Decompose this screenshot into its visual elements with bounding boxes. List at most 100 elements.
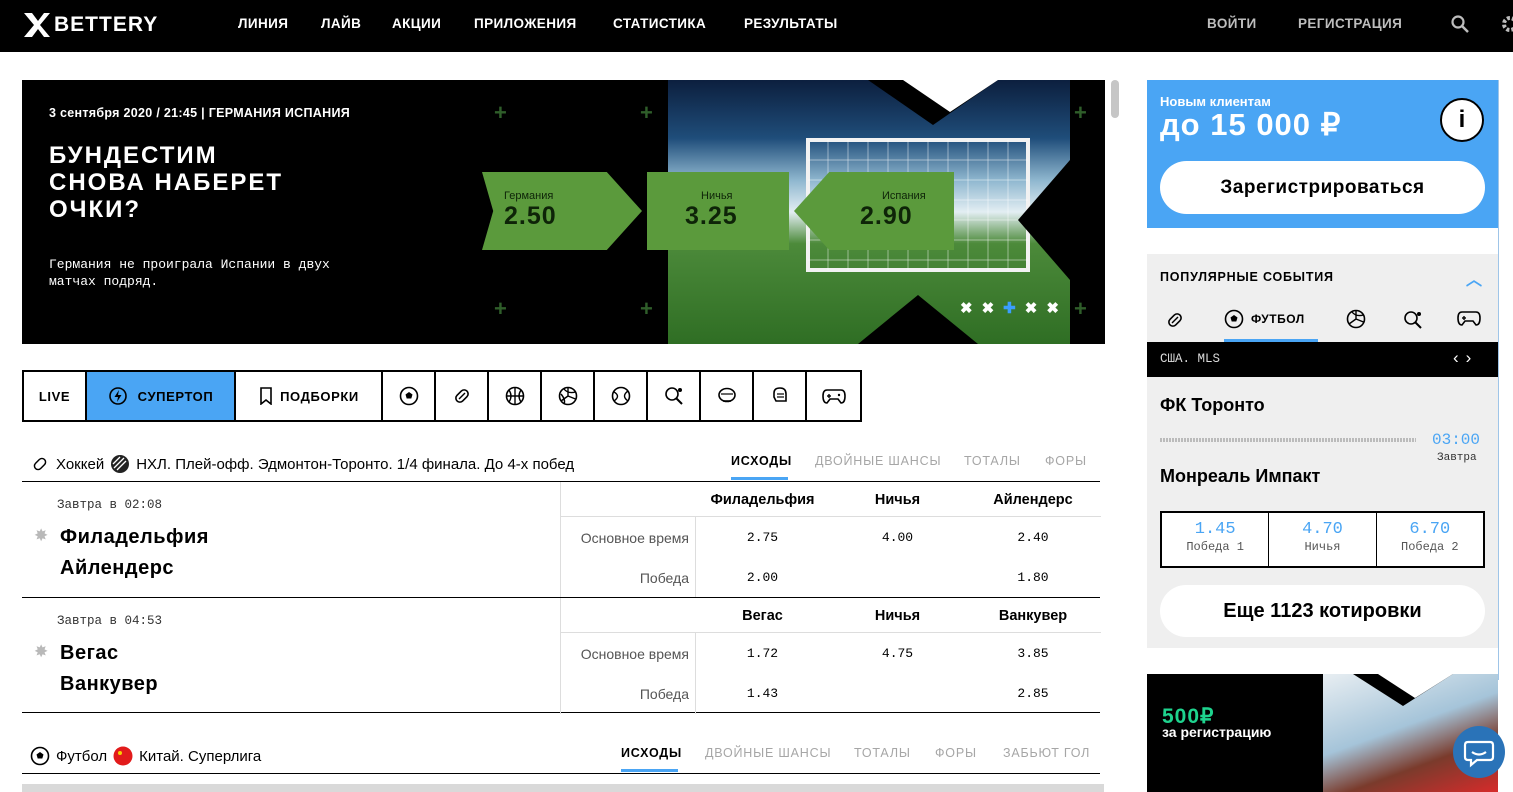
volleyball-icon[interactable] bbox=[542, 372, 595, 420]
odd-cell[interactable]: 2.75 bbox=[695, 530, 830, 545]
pagination-dot[interactable]: ✖ bbox=[1046, 299, 1059, 317]
tab-handicaps[interactable]: ФОРЫ bbox=[1045, 454, 1087, 468]
league-nav-arrows[interactable]: ‹› bbox=[1453, 348, 1478, 368]
info-icon[interactable]: i bbox=[1440, 98, 1484, 142]
league-bar: США. MLS ‹› bbox=[1147, 342, 1498, 377]
tab-outcomes[interactable]: ИСХОДЫ bbox=[621, 746, 682, 760]
esports-icon[interactable] bbox=[807, 372, 860, 420]
search-icon[interactable] bbox=[1450, 14, 1470, 39]
match-day: Завтра bbox=[1437, 452, 1477, 464]
sport-name[interactable]: Футбол bbox=[56, 748, 107, 765]
tab-will-score[interactable]: ЗАБЬЮТ ГОЛ bbox=[1003, 746, 1090, 760]
tab-outcomes[interactable]: ИСХОДЫ bbox=[731, 454, 792, 468]
odd-cell[interactable]: 1.43 bbox=[695, 686, 830, 701]
odd-value: 3.25 bbox=[685, 202, 738, 230]
volleyball-icon[interactable] bbox=[1346, 309, 1366, 334]
odd-button-home[interactable]: 1.45 Победа 1 bbox=[1162, 513, 1270, 566]
match-time: Завтра в 04:53 bbox=[57, 614, 163, 628]
table-tennis-icon[interactable] bbox=[1402, 309, 1424, 336]
odd-cell[interactable]: 4.00 bbox=[830, 530, 965, 545]
pagination-dot[interactable]: ✖ bbox=[1025, 299, 1038, 317]
decor-plus: + bbox=[1074, 296, 1087, 321]
hockey-icon[interactable] bbox=[436, 372, 489, 420]
tab-football[interactable]: ФУТБОЛ bbox=[1224, 309, 1305, 329]
odd-cell[interactable]: 1.72 bbox=[695, 646, 830, 661]
odd-cell[interactable]: 3.85 bbox=[965, 646, 1101, 661]
tab-totals[interactable]: ТОТАЛЫ bbox=[964, 454, 1021, 468]
favorite-star-icon[interactable]: ✸ bbox=[34, 642, 48, 662]
odd-label: Германия bbox=[504, 190, 554, 202]
nav-apps[interactable]: ПРИЛОЖЕНИЯ bbox=[474, 16, 577, 31]
away-team[interactable]: Монреаль Импакт bbox=[1160, 466, 1320, 487]
away-team[interactable]: Ванкувер bbox=[60, 673, 158, 696]
sport-tabs: LIVE СУПЕРТОП ПОДБОРКИ bbox=[22, 370, 862, 422]
vertical-scrollbar[interactable] bbox=[1111, 80, 1119, 118]
football-icon[interactable] bbox=[383, 372, 436, 420]
odd-cell[interactable]: 2.40 bbox=[965, 530, 1101, 545]
table-tennis-icon[interactable] bbox=[648, 372, 701, 420]
nav-line[interactable]: ЛИНИЯ bbox=[238, 16, 288, 31]
registration-ad-banner[interactable]: 500₽ за регистрацию bbox=[1147, 674, 1498, 792]
sport-name[interactable]: Хоккей bbox=[56, 456, 104, 473]
nav-live[interactable]: ЛАЙВ bbox=[321, 16, 361, 31]
logo[interactable]: BETTERY bbox=[22, 10, 158, 40]
pagination-dot[interactable]: ✖ bbox=[982, 299, 995, 317]
esports-icon[interactable] bbox=[1457, 309, 1481, 332]
nav-statistics[interactable]: СТАТИСТИКА bbox=[613, 16, 706, 31]
football-icon bbox=[30, 746, 50, 766]
tab-live[interactable]: LIVE bbox=[24, 372, 87, 420]
home-team[interactable]: Филадельфия bbox=[60, 526, 209, 549]
mma-icon[interactable] bbox=[754, 372, 807, 420]
tab-handicaps[interactable]: ФОРЫ bbox=[935, 746, 977, 760]
odd-label: Ничья bbox=[1304, 540, 1341, 554]
pagination-dot-active[interactable]: ✚ bbox=[1003, 299, 1016, 317]
home-team[interactable]: ФК Торонто bbox=[1160, 395, 1265, 416]
home-team[interactable]: Вегас bbox=[60, 642, 119, 665]
login-button[interactable]: ВОЙТИ bbox=[1207, 16, 1257, 31]
odd-value: 6.70 bbox=[1409, 520, 1451, 539]
league-name[interactable]: НХЛ. Плей-офф. Эдмонтон-Торонто. 1/4 фин… bbox=[136, 456, 574, 473]
odd-cell[interactable]: 4.75 bbox=[830, 646, 965, 661]
tab-double-chance[interactable]: ДВОЙНЫЕ ШАНСЫ bbox=[705, 746, 831, 760]
tennis-icon[interactable] bbox=[595, 372, 648, 420]
chevron-up-icon[interactable]: ︿ bbox=[1466, 266, 1482, 290]
tab-double-chance[interactable]: ДВОЙНЫЕ ШАНСЫ bbox=[815, 454, 941, 468]
away-team[interactable]: Айлендерс bbox=[60, 557, 174, 580]
odd-cell[interactable]: 2.85 bbox=[965, 686, 1101, 701]
nav-results[interactable]: РЕЗУЛЬТАТЫ bbox=[744, 16, 838, 31]
chat-button[interactable] bbox=[1453, 726, 1505, 778]
top-navigation-bar: BETTERY ЛИНИЯ ЛАЙВ АКЦИИ ПРИЛОЖЕНИЯ СТАТ… bbox=[0, 0, 1513, 52]
tab-label: LIVE bbox=[38, 388, 71, 404]
banner-odd-draw[interactable]: Ничья 3.25 bbox=[647, 172, 789, 250]
row-label: Победа bbox=[639, 570, 689, 586]
banner-title: БУНДЕСТИМ СНОВА НАБЕРЕТ ОЧКИ? bbox=[49, 142, 429, 223]
banner-title-line: ОЧКИ? bbox=[49, 196, 142, 223]
ad-text: за регистрацию bbox=[1162, 724, 1272, 740]
odd-value: 2.50 bbox=[504, 202, 557, 230]
odd-cell[interactable]: 2.00 bbox=[695, 570, 830, 585]
hockey-icon[interactable] bbox=[1164, 309, 1186, 336]
gear-icon[interactable] bbox=[1500, 14, 1513, 39]
tab-supertop[interactable]: СУПЕРТОП bbox=[87, 372, 236, 420]
register-button[interactable]: РЕГИСТРАЦИЯ bbox=[1298, 16, 1402, 31]
more-odds-button[interactable]: Еще 1123 котировки bbox=[1160, 585, 1485, 637]
register-cta-button[interactable]: Зарегистрироваться bbox=[1160, 161, 1485, 214]
odd-button-draw[interactable]: 4.70 Ничья bbox=[1269, 513, 1377, 566]
favorite-star-icon[interactable]: ✸ bbox=[34, 526, 48, 546]
nav-promotions[interactable]: АКЦИИ bbox=[392, 16, 441, 31]
odd-label: Победа 2 bbox=[1401, 540, 1459, 554]
promo-banner[interactable]: 3 сентября 2020 / 21:45 | ГЕРМАНИЯ ИСПАН… bbox=[22, 80, 1105, 344]
horizontal-scrollbar[interactable] bbox=[22, 784, 1104, 792]
boxing-icon[interactable] bbox=[701, 372, 754, 420]
league-name[interactable]: Китай. Суперлига bbox=[139, 748, 261, 765]
tab-totals[interactable]: ТОТАЛЫ bbox=[854, 746, 911, 760]
basketball-icon[interactable] bbox=[489, 372, 542, 420]
odds-header-row: Филадельфия Ничья Айлендерс bbox=[561, 482, 1101, 517]
odd-cell[interactable]: 1.80 bbox=[965, 570, 1101, 585]
pagination-dot[interactable]: ✖ bbox=[960, 299, 973, 317]
active-tab-indicator bbox=[621, 769, 678, 772]
banner-odd-home[interactable]: Германия 2.50 bbox=[482, 172, 642, 250]
tab-collections[interactable]: ПОДБОРКИ bbox=[236, 372, 383, 420]
odd-value: 4.70 bbox=[1302, 520, 1343, 539]
odd-button-away[interactable]: 6.70 Победа 2 bbox=[1376, 513, 1483, 566]
